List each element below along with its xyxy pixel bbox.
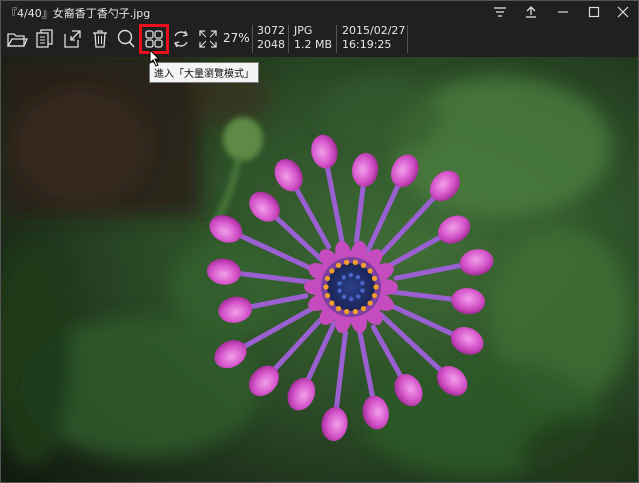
rotate-button[interactable] xyxy=(169,25,193,53)
image-canvas[interactable] xyxy=(1,57,638,482)
move-icon xyxy=(64,30,81,48)
toolbar-divider xyxy=(336,25,337,53)
zoom-level[interactable]: 27% xyxy=(223,31,250,45)
search-icon xyxy=(117,29,135,48)
window-title: 『4/40』女裔香丁香勺子.jpg xyxy=(6,7,151,20)
minimize-icon xyxy=(558,11,568,13)
mouse-cursor xyxy=(149,48,161,71)
delete-button[interactable] xyxy=(88,25,112,53)
upload-icon xyxy=(526,6,536,18)
file-format: JPG xyxy=(294,24,313,37)
image-viewer-window: 『4/40』女裔香丁香勺子.jpg 27% 3072 2048 JPG 1.2 … xyxy=(0,0,639,483)
menu-button[interactable] xyxy=(485,1,515,23)
copy-button[interactable] xyxy=(33,25,57,53)
toolbar-divider xyxy=(407,25,408,53)
fullscreen-icon xyxy=(199,30,217,48)
grid-icon xyxy=(145,30,163,48)
image-dimensions: 3072 2048 xyxy=(257,24,285,52)
open-folder-icon xyxy=(6,33,28,47)
copy-icon xyxy=(36,29,53,48)
minimize-button[interactable] xyxy=(548,1,578,23)
move-button[interactable] xyxy=(61,25,85,53)
upload-button[interactable] xyxy=(516,1,546,23)
tooltip: 進入「大量瀏覽模式」 xyxy=(149,62,259,83)
menu-icon xyxy=(494,7,506,17)
image-width: 3072 xyxy=(257,24,285,37)
file-info: JPG 1.2 MB xyxy=(294,24,332,52)
file-date: 2015/02/27 xyxy=(342,24,406,37)
file-time: 16:19:25 xyxy=(342,38,392,51)
title-bar: 『4/40』女裔香丁香勺子.jpg xyxy=(1,1,638,23)
toolbar-divider xyxy=(288,25,289,53)
open-button[interactable] xyxy=(5,25,29,53)
flower-photo xyxy=(1,57,638,482)
fit-window-button[interactable] xyxy=(196,25,220,53)
image-height: 2048 xyxy=(257,38,285,51)
maximize-icon xyxy=(588,6,600,18)
close-icon xyxy=(617,6,629,18)
file-size: 1.2 MB xyxy=(294,38,333,51)
search-button[interactable] xyxy=(114,25,138,53)
maximize-button[interactable] xyxy=(579,1,609,23)
close-button[interactable] xyxy=(608,1,638,23)
toolbar: 27% 3072 2048 JPG 1.2 MB 2015/02/27 16:1… xyxy=(1,23,638,57)
delete-icon xyxy=(93,30,107,48)
file-datetime: 2015/02/27 16:19:25 xyxy=(342,24,405,52)
toolbar-divider xyxy=(252,25,253,53)
rotate-icon xyxy=(174,30,188,48)
cursor-icon xyxy=(149,48,161,67)
